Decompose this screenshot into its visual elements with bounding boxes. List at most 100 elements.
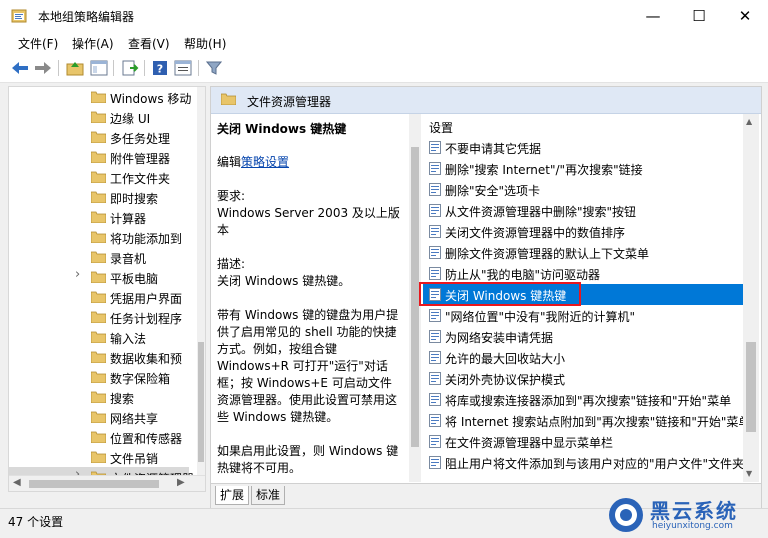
chevron-right-icon[interactable]: › (75, 267, 80, 282)
back-button[interactable] (10, 58, 30, 78)
description-label: 描述: (217, 257, 246, 271)
menu-bar: 文件(F) 操作(A) 查看(V) 帮助(H) (0, 32, 768, 54)
tree-item-label: 文件吊销 (110, 452, 159, 466)
tree-item[interactable]: 数字保险箱 (9, 367, 189, 387)
minimize-button[interactable]: — (630, 0, 676, 32)
folder-icon (91, 391, 106, 403)
folder-icon (91, 171, 106, 183)
tree-item[interactable]: 位置和传感器 (9, 427, 189, 447)
properties-button[interactable] (173, 58, 193, 78)
tree-hscroll-thumb[interactable] (29, 480, 159, 488)
setting-item[interactable]: 从文件资源管理器中删除"搜索"按钮 (423, 200, 743, 221)
tab-standard[interactable]: 标准 (251, 486, 286, 505)
tree-item[interactable]: 边缘 UI (9, 107, 189, 127)
settings-count: 47 个设置 (8, 515, 64, 529)
policy-setting-icon (429, 183, 441, 196)
requirement-value: Windows Server 2003 及以上版本 (217, 206, 400, 237)
setting-item[interactable]: 不要申请其它凭据 (423, 137, 743, 158)
up-folder-icon (66, 62, 84, 76)
policy-setting-icon (429, 435, 441, 448)
setting-item[interactable]: 删除"搜索 Internet"/"再次搜索"链接 (423, 158, 743, 179)
tree-item-label: 网络共享 (110, 412, 159, 426)
tree-item-label: 计算器 (110, 212, 147, 226)
tree-pane[interactable]: Windows 移动 边缘 UI 多任务处理 附件管理器 工作文件夹 即时搜索计算器 将功能… (8, 86, 206, 492)
tree-item[interactable]: Windows 移动 (9, 87, 191, 107)
tree-item[interactable]: 网络共享 (9, 407, 189, 427)
setting-item[interactable]: 将库或搜索连接器添加到"再次搜索"链接和"开始"菜单 (423, 389, 743, 410)
tree-horizontal-scrollbar[interactable]: ◀ ▶ (9, 475, 205, 491)
setting-item[interactable]: 关闭外壳协议保护模式 (423, 368, 743, 389)
policy-editor-icon (11, 9, 27, 23)
folder-icon (91, 211, 106, 223)
settings-column-header[interactable]: 设置 (429, 119, 453, 136)
tree-item[interactable]: 任务计划程序 (9, 307, 189, 327)
scroll-right-icon[interactable]: ▶ (177, 477, 185, 488)
menu-view[interactable]: 查看(V) (128, 35, 170, 52)
scroll-up-icon[interactable]: ▲ (746, 117, 752, 126)
close-button[interactable]: ✕ (722, 0, 768, 32)
policy-setting-icon (429, 162, 441, 175)
folder-icon (91, 231, 106, 243)
tree-item[interactable]: 凭据用户界面 (9, 287, 189, 307)
setting-item[interactable]: 删除"安全"选项卡 (423, 179, 743, 200)
filter-button[interactable] (204, 58, 224, 78)
setting-item-label: 删除"搜索 Internet"/"再次搜索"链接 (445, 163, 643, 177)
menu-help[interactable]: 帮助(H) (184, 35, 226, 52)
description-panel: 关闭 Windows 键热键 编辑策略设置 要求: Windows Server… (211, 114, 408, 482)
maximize-icon: ☐ (692, 7, 706, 25)
toolbar-separator (198, 60, 199, 76)
tree-item[interactable]: 工作文件夹 (9, 167, 189, 187)
setting-item[interactable]: 在文件资源管理器中显示菜单栏 (423, 431, 743, 452)
tree-item-label: 搜索 (110, 392, 135, 406)
edit-policy-link[interactable]: 策略设置 (241, 155, 289, 169)
setting-item[interactable]: 阻止用户将文件添加到与该用户对应的"用户文件"文件夹 (423, 452, 744, 473)
tab-extended[interactable]: 扩展 (215, 486, 250, 505)
folder-icon (91, 331, 106, 343)
up-folder-button[interactable] (65, 58, 85, 78)
tree-item[interactable]: 多任务处理 (9, 127, 189, 147)
watermark-subtitle: heiyunxitong.com (652, 521, 733, 531)
help-button[interactable]: ? (150, 58, 170, 78)
show-tree-button[interactable] (89, 58, 109, 78)
setting-item-label: 将库或搜索连接器添加到"再次搜索"链接和"开始"菜单 (445, 394, 732, 408)
settings-scroll-thumb[interactable] (746, 342, 756, 432)
folder-icon (91, 451, 106, 463)
tree-item[interactable]: 计算器 (9, 207, 189, 227)
setting-item[interactable]: 防止从"我的电脑"访问驱动器 (423, 263, 743, 284)
scroll-down-icon[interactable]: ▼ (746, 469, 752, 478)
setting-item[interactable]: 允许的最大回收站大小 (423, 347, 743, 368)
folder-icon (91, 411, 106, 423)
setting-item-label: 在文件资源管理器中显示菜单栏 (445, 436, 614, 450)
tree-item[interactable]: 即时搜索 (9, 187, 189, 207)
tree-item-label: 多任务处理 (110, 132, 171, 146)
scroll-left-icon[interactable]: ◀ (13, 477, 21, 488)
export-button[interactable] (120, 58, 140, 78)
tree-item[interactable]: 文件吊销 (9, 447, 189, 467)
setting-item[interactable]: "网络位置"中没有"我附近的计算机" (423, 305, 743, 326)
setting-item-label: 为网络安装申请凭据 (445, 331, 554, 345)
close-icon: ✕ (738, 7, 752, 25)
title-bar[interactable]: 本地组策略编辑器 — ☐ ✕ (0, 0, 768, 32)
tree-item-label: 平板电脑 (110, 272, 159, 286)
tree-scroll-thumb[interactable] (198, 342, 204, 462)
maximize-button[interactable]: ☐ (676, 0, 722, 32)
folder-icon (91, 311, 106, 323)
description-scroll-thumb[interactable] (411, 147, 419, 447)
setting-item-label: 关闭文件资源管理器中的数值排序 (445, 226, 626, 240)
setting-item[interactable]: 关闭文件资源管理器中的数值排序 (423, 221, 743, 242)
setting-item[interactable]: 将 Internet 搜索站点附加到"再次搜索"链接和"开始"菜单 (423, 410, 750, 431)
tree-item[interactable]: 搜索 (9, 387, 189, 407)
setting-item[interactable]: 删除文件资源管理器的默认上下文菜单 (423, 242, 743, 263)
toolbar-separator (144, 60, 145, 76)
setting-item[interactable]: 为网络安装申请凭据 (423, 326, 743, 347)
tree-item[interactable]: 输入法 (9, 327, 189, 347)
tree-item[interactable]: 数据收集和预 (9, 347, 189, 367)
setting-item-label: 允许的最大回收站大小 (445, 352, 566, 366)
menu-action[interactable]: 操作(A) (72, 35, 114, 52)
forward-button[interactable] (33, 58, 53, 78)
tree-item[interactable]: 附件管理器 (9, 147, 189, 167)
tree-item[interactable]: 录音机 (9, 247, 189, 267)
menu-file[interactable]: 文件(F) (18, 35, 58, 52)
tree-item[interactable]: › 平板电脑 (9, 267, 189, 287)
tree-item[interactable]: 将功能添加到 (9, 227, 189, 247)
